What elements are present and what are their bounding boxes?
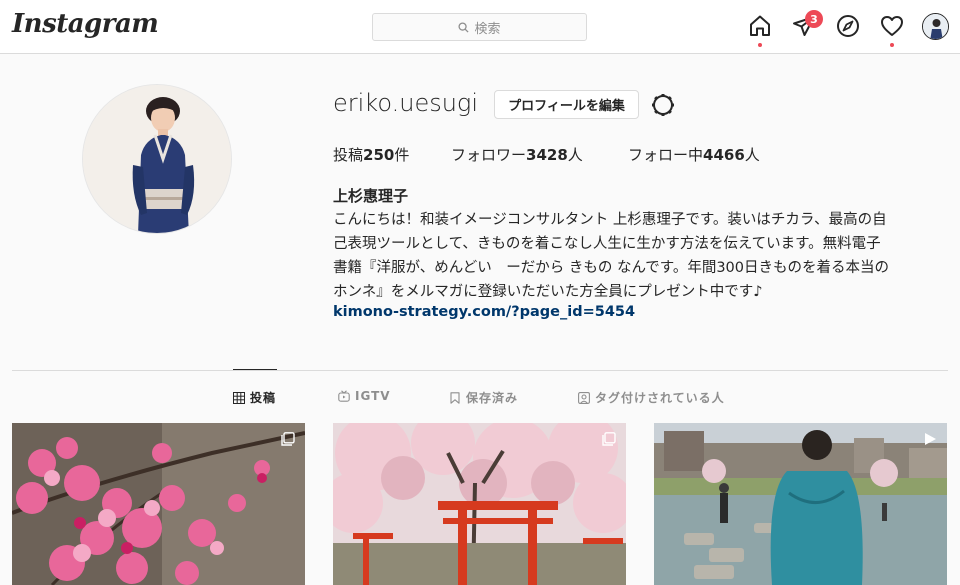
tab-posts-label: 投稿: [250, 391, 277, 405]
sakura-torii-photo: [333, 423, 626, 585]
tabs-divider: [12, 370, 948, 371]
edit-profile-button[interactable]: プロフィールを編集: [494, 90, 639, 119]
following-count: 4466: [703, 146, 745, 164]
instagram-logo[interactable]: Instagram: [12, 9, 159, 39]
post-thumbnail[interactable]: [12, 423, 305, 585]
home-notification-dot: [758, 43, 762, 47]
carousel-icon: [281, 432, 295, 446]
grid-icon: [233, 391, 245, 404]
bio-line: 書籍『洋服が、めんどい ーだから きもの なんです。年間300日きものを着る本当…: [333, 260, 889, 276]
explore-compass-icon[interactable]: [835, 13, 861, 39]
home-icon[interactable]: [747, 13, 773, 39]
followers-unit: 人: [567, 146, 583, 164]
profile-full-name: 上杉惠理子: [333, 187, 409, 205]
followers-count: 3428: [526, 146, 568, 164]
activity-notification-dot: [890, 43, 894, 47]
cherry-blossom-photo: [12, 423, 305, 585]
tagged-person-icon: [578, 391, 590, 404]
river-stones-photo: [654, 423, 947, 585]
tab-saved[interactable]: 保存済み: [449, 389, 518, 406]
posts-count-stat: 投稿250件: [333, 144, 409, 165]
profile-username: eriko.uesugi: [333, 89, 478, 117]
search-placeholder: 検索: [474, 21, 501, 37]
nav-profile-avatar[interactable]: [922, 13, 949, 40]
tab-igtv-label: IGTV: [355, 389, 391, 403]
active-tab-indicator: [233, 369, 277, 370]
tab-tagged-label: タグ付けされている人: [595, 391, 725, 405]
message-count-badge: 3: [805, 10, 823, 28]
bio-line: ホンネ』をメルマガに登録いただいた方全員にプレゼント中です♪: [333, 284, 763, 300]
posts-label: 投稿: [333, 146, 364, 164]
bio-line: 己表現ツールとして、きものを着こなし人生に生かす方法を伝えています。無料電子: [333, 236, 881, 252]
tab-saved-label: 保存済み: [466, 391, 519, 405]
post-thumbnail[interactable]: [654, 423, 947, 585]
profile-bio: こんにちは！和装イメージコンサルタント 上杉惠理子です。装いはチカラ、最高の自 …: [333, 208, 948, 304]
followers-stat-link[interactable]: フォロワー3428人: [451, 144, 583, 165]
search-icon: [458, 21, 470, 33]
activity-heart-icon[interactable]: [879, 13, 905, 39]
following-unit: 人: [744, 146, 760, 164]
tab-igtv[interactable]: IGTV: [338, 389, 391, 403]
posts-count: 250: [363, 146, 395, 164]
profile-website-link[interactable]: kimono-strategy.com/?page_id=5454: [333, 304, 635, 320]
search-input[interactable]: 検索: [372, 13, 587, 41]
profile-picture[interactable]: [82, 84, 232, 234]
tab-posts[interactable]: 投稿: [233, 389, 276, 406]
followers-label: フォロワー: [451, 146, 527, 164]
settings-gear-icon[interactable]: [650, 92, 676, 118]
bookmark-icon: [450, 391, 460, 404]
top-nav-bar: Instagram 検索 3: [0, 0, 960, 54]
video-play-icon: [925, 433, 936, 445]
following-label: フォロー中: [628, 146, 704, 164]
post-thumbnail[interactable]: [333, 423, 626, 585]
following-stat-link[interactable]: フォロー中4466人: [628, 144, 760, 165]
posts-unit: 件: [394, 146, 410, 164]
tab-tagged[interactable]: タグ付けされている人: [578, 389, 725, 406]
bio-line: こんにちは！和装イメージコンサルタント 上杉惠理子です。装いはチカラ、最高の自: [333, 212, 887, 228]
carousel-icon: [602, 432, 616, 446]
igtv-icon: [338, 390, 350, 402]
